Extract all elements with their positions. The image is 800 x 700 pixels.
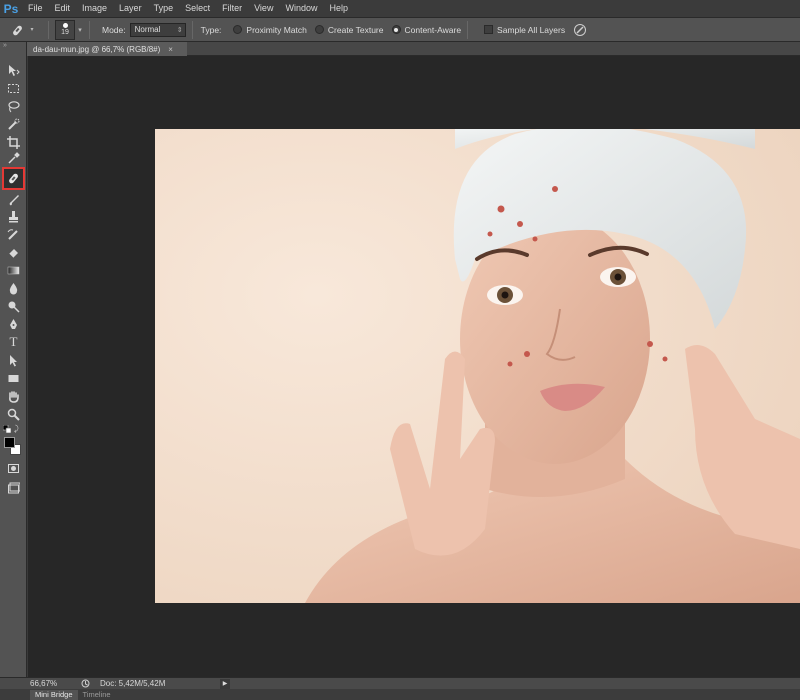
proximity-match-label[interactable]: Proximity Match bbox=[246, 25, 306, 35]
radio-content-aware[interactable] bbox=[391, 25, 401, 34]
dodge-tool-icon[interactable] bbox=[5, 298, 22, 314]
mode-label: Mode: bbox=[102, 24, 126, 35]
radio-proximity-match[interactable] bbox=[233, 25, 243, 34]
menu-filter[interactable]: Filter bbox=[216, 0, 248, 17]
brush-picker[interactable]: 19 bbox=[55, 19, 75, 40]
eyedropper-tool-icon[interactable] bbox=[5, 150, 22, 166]
tab-mini-bridge[interactable]: Mini Bridge bbox=[30, 690, 78, 700]
brush-tip-icon bbox=[62, 23, 68, 28]
options-bar: ▾ 19 ▾ Mode: Normal ⇕ Type: Proximity Ma… bbox=[0, 17, 800, 42]
menu-window[interactable]: Window bbox=[279, 0, 323, 17]
chevron-down-icon: ▾ bbox=[30, 27, 34, 33]
radio-create-texture[interactable] bbox=[314, 25, 324, 34]
document-image[interactable] bbox=[155, 129, 800, 603]
marquee-tool-icon[interactable] bbox=[5, 80, 22, 96]
clone-stamp-tool-icon[interactable] bbox=[5, 208, 22, 224]
document-size: Doc: 5,42M/5,42M bbox=[100, 679, 166, 688]
crop-tool-icon[interactable] bbox=[5, 134, 22, 150]
divider bbox=[191, 20, 193, 39]
divider bbox=[467, 20, 469, 39]
menu-file[interactable]: File bbox=[22, 0, 49, 17]
menu-layer[interactable]: Layer bbox=[113, 0, 148, 17]
default-colors-icon[interactable] bbox=[2, 424, 12, 434]
swap-colors-icon[interactable]: ⤸ bbox=[14, 424, 23, 433]
photoshop-logo: Ps bbox=[3, 1, 19, 16]
gradient-tool-icon[interactable] bbox=[5, 262, 22, 278]
type-label: Type: bbox=[200, 24, 222, 35]
menu-type[interactable]: Type bbox=[148, 0, 180, 17]
sample-all-layers-label[interactable]: Sample All Layers bbox=[497, 25, 565, 35]
quick-mask-icon[interactable] bbox=[5, 460, 22, 476]
type-tool-icon[interactable]: T bbox=[5, 334, 22, 350]
sample-all-layers-checkbox[interactable] bbox=[484, 25, 494, 34]
zoom-tool-icon[interactable] bbox=[5, 406, 22, 422]
content-aware-label[interactable]: Content-Aware bbox=[405, 25, 462, 35]
menu-help[interactable]: Help bbox=[323, 0, 354, 17]
spot-healing-brush-tool-icon[interactable] bbox=[2, 167, 25, 190]
document-tab-bar: da-dau-mun.jpg @ 66,7% (RGB/8#) × bbox=[27, 42, 800, 56]
mode-select[interactable]: Normal ⇕ bbox=[129, 22, 186, 37]
bottom-panel-tabs: Mini Bridge Timeline bbox=[0, 689, 800, 700]
portrait-photo bbox=[155, 129, 800, 603]
lasso-tool-icon[interactable] bbox=[5, 98, 22, 114]
eraser-tool-icon[interactable] bbox=[5, 244, 22, 260]
select-arrows-icon: ⇕ bbox=[176, 26, 183, 34]
menu-bar: Ps File Edit Image Layer Type Select Fil… bbox=[0, 0, 800, 17]
divider bbox=[89, 20, 90, 39]
menu-select[interactable]: Select bbox=[179, 0, 216, 17]
status-info-icon[interactable] bbox=[80, 679, 90, 688]
spot-healing-brush-icon bbox=[13, 25, 23, 35]
brush-size-value: 19 bbox=[61, 29, 69, 36]
status-bar: 66,67% Doc: 5,42M/5,42M ▶ bbox=[0, 677, 800, 689]
brush-dropdown-arrow[interactable]: ▾ bbox=[77, 20, 83, 40]
move-tool-icon[interactable] bbox=[5, 62, 22, 78]
toolbox-collapse-icon[interactable]: » bbox=[0, 42, 26, 52]
tab-timeline[interactable]: Timeline bbox=[78, 690, 116, 700]
divider bbox=[48, 20, 49, 39]
path-selection-tool-icon[interactable] bbox=[5, 352, 22, 368]
foreground-color-swatch[interactable] bbox=[4, 437, 15, 448]
menu-view[interactable]: View bbox=[248, 0, 279, 17]
status-menu-arrow-icon[interactable]: ▶ bbox=[220, 678, 230, 689]
quick-selection-tool-icon[interactable] bbox=[5, 116, 22, 132]
close-icon[interactable]: × bbox=[168, 45, 173, 54]
document-tab[interactable]: da-dau-mun.jpg @ 66,7% (RGB/8#) × bbox=[27, 42, 187, 56]
document-title: da-dau-mun.jpg @ 66,7% (RGB/8#) bbox=[33, 44, 161, 54]
toolbox: » T ⤸ bbox=[0, 42, 27, 677]
history-brush-tool-icon[interactable] bbox=[5, 226, 22, 242]
menu-edit[interactable]: Edit bbox=[49, 0, 77, 17]
pen-tool-icon[interactable] bbox=[5, 316, 22, 332]
tool-preset-picker[interactable]: ▾ bbox=[4, 19, 42, 40]
pen-pressure-icon bbox=[574, 23, 587, 36]
brush-tool-icon[interactable] bbox=[5, 192, 22, 208]
screen-mode-icon[interactable] bbox=[5, 480, 22, 496]
pressure-brush-icon[interactable] bbox=[573, 23, 587, 37]
hand-tool-icon[interactable] bbox=[5, 388, 22, 404]
menu-image[interactable]: Image bbox=[76, 0, 113, 17]
create-texture-label[interactable]: Create Texture bbox=[328, 25, 384, 35]
blur-tool-icon[interactable] bbox=[5, 280, 22, 296]
zoom-level[interactable]: 66,67% bbox=[0, 679, 74, 688]
mode-value: Normal bbox=[134, 25, 161, 34]
rectangle-tool-icon[interactable] bbox=[5, 370, 22, 386]
